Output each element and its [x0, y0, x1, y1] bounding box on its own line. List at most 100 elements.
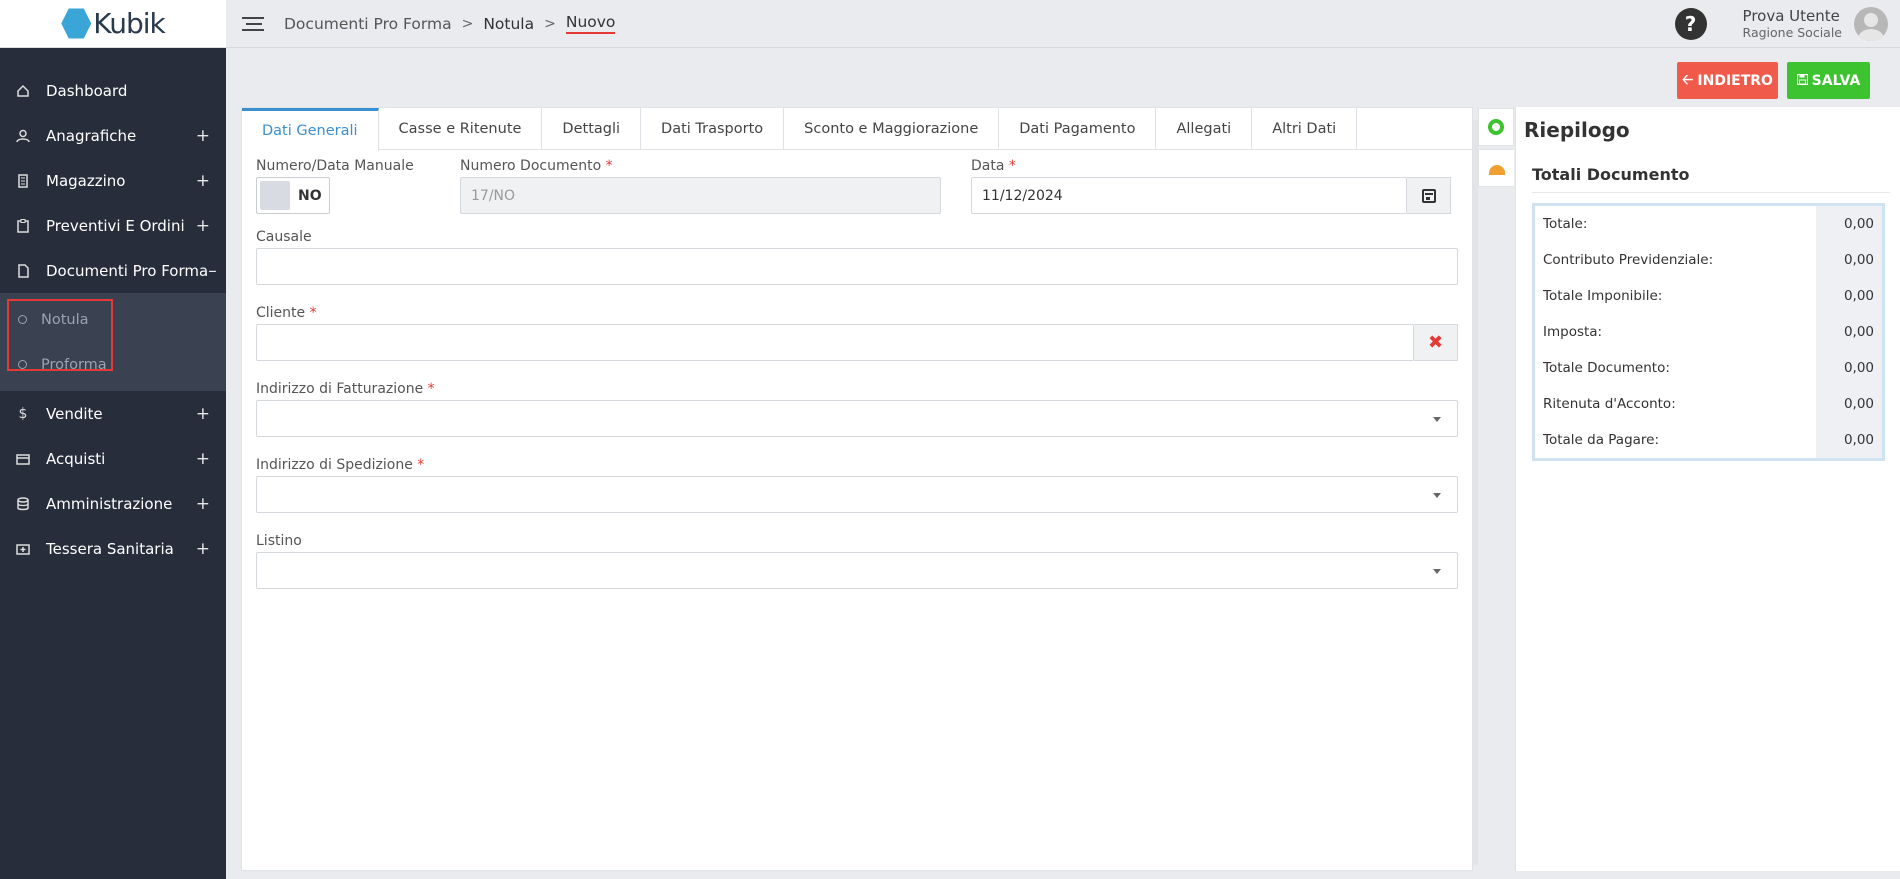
sidebar: Kubik Dashboard Anagrafiche + Magazzino … [0, 0, 226, 879]
breadcrumb-item-documenti[interactable]: Documenti Pro Forma [284, 15, 452, 33]
save-button[interactable]: SALVA [1787, 62, 1870, 99]
sidebar-item-magazzino[interactable]: Magazzino + [0, 158, 226, 203]
causale-input[interactable] [256, 248, 1458, 285]
date-input-group: 11/12/2024 [971, 177, 1451, 214]
billing-address-field: Indirizzo di Fatturazione * [256, 381, 1458, 437]
expand-icon[interactable]: + [196, 449, 210, 469]
help-icon[interactable]: ? [1674, 7, 1707, 40]
tab-allegati[interactable]: Allegati [1156, 108, 1253, 149]
back-button[interactable]: 🡠 INDIETRO [1677, 62, 1778, 99]
sidebar-item-anagrafiche[interactable]: Anagrafiche + [0, 113, 226, 158]
side-tab-summary[interactable] [1478, 149, 1514, 187]
billing-address-select[interactable] [256, 400, 1458, 437]
calendar-icon [1421, 188, 1436, 203]
menu-toggle-icon[interactable] [242, 13, 264, 35]
topbar: Documenti Pro Forma > Notula > Nuovo ? P… [226, 0, 1900, 48]
required-mark: * [427, 381, 435, 397]
totals-value: 0,00 [1816, 386, 1882, 422]
sidebar-item-dashboard[interactable]: Dashboard [0, 68, 226, 113]
expand-icon[interactable]: + [196, 171, 210, 191]
sidebar-item-acquisti[interactable]: Acquisti + [0, 436, 226, 481]
totals-label: Imposta: [1543, 324, 1603, 340]
listino-label: Listino [256, 533, 302, 549]
manual-label: Numero/Data Manuale [256, 158, 414, 174]
summary-title: Riepilogo [1524, 118, 1630, 142]
collapse-icon[interactable]: – [208, 261, 217, 281]
sidebar-item-vendite[interactable]: $ Vendite + [0, 391, 226, 436]
document-icon [16, 263, 30, 278]
totals-value: 0,00 [1816, 206, 1882, 242]
sidebar-item-preventivi[interactable]: Preventivi E Ordini + [0, 203, 226, 248]
building-icon [16, 173, 30, 188]
close-icon: ✖ [1427, 332, 1444, 353]
floppy-disk-icon [1796, 73, 1808, 89]
user-area: ? Prova Utente Ragione Sociale [1674, 6, 1888, 41]
side-panel-tabs [1478, 108, 1514, 190]
database-icon [16, 496, 30, 511]
required-mark: * [605, 158, 613, 174]
sidebar-nav-lower: $ Vendite + Acquisti + Amministrazione +… [0, 391, 226, 571]
medical-card-icon [16, 542, 30, 556]
expand-icon[interactable]: + [196, 404, 210, 424]
totals-value: 0,00 [1816, 350, 1882, 386]
billing-address-label-text: Indirizzo di Fatturazione [256, 381, 424, 397]
logo[interactable]: Kubik [61, 7, 166, 40]
expand-icon[interactable]: + [196, 216, 210, 236]
sidebar-item-label: Amministrazione [46, 494, 173, 513]
clear-cliente-button[interactable]: ✖ [1414, 324, 1458, 361]
shipping-address-select[interactable] [256, 476, 1458, 513]
manual-field: Numero/Data Manuale NO [256, 158, 446, 214]
dollar-icon: $ [18, 405, 28, 422]
totals-label: Ritenuta d'Acconto: [1543, 396, 1676, 412]
expand-icon[interactable]: + [196, 494, 210, 514]
credit-card-icon [16, 452, 30, 466]
panel-scrollbar[interactable] [1473, 120, 1478, 865]
sidebar-item-amministrazione[interactable]: Amministrazione + [0, 481, 226, 526]
sidebar-item-label: Preventivi E Ordini [46, 216, 185, 235]
side-tab-help[interactable] [1478, 108, 1514, 146]
sidebar-item-label: Acquisti [46, 449, 106, 468]
logo-hexagon-icon [61, 8, 92, 39]
manual-toggle[interactable]: NO [256, 177, 330, 214]
expand-icon[interactable]: + [196, 126, 210, 146]
tab-dettagli[interactable]: Dettagli [542, 108, 642, 149]
calendar-button[interactable] [1407, 177, 1451, 214]
user-info[interactable]: Prova Utente Ragione Sociale [1743, 7, 1842, 40]
user-name: Prova Utente [1742, 7, 1840, 25]
cliente-input[interactable] [256, 324, 1414, 361]
required-mark: * [417, 457, 425, 473]
date-input[interactable]: 11/12/2024 [971, 177, 1407, 214]
sidebar-item-documenti-pro-forma[interactable]: Documenti Pro Forma – [0, 248, 226, 293]
arrow-left-icon: 🡠 [1682, 71, 1694, 88]
tab-dati-pagamento[interactable]: Dati Pagamento [999, 108, 1157, 149]
breadcrumb-separator: > [544, 15, 556, 32]
doc-number-input[interactable]: 17/NO [460, 177, 941, 214]
expand-icon[interactable]: + [196, 539, 210, 559]
highlight-box [7, 299, 113, 371]
chevron-down-icon [1433, 417, 1441, 422]
cliente-input-group: ✖ [256, 324, 1458, 361]
sidebar-item-tessera-sanitaria[interactable]: Tessera Sanitaria + [0, 526, 226, 571]
tab-sconto-e-maggiorazione[interactable]: Sconto e Maggiorazione [784, 108, 1000, 149]
tab-dati-trasporto[interactable]: Dati Trasporto [641, 108, 785, 149]
required-mark: * [1008, 158, 1016, 174]
tab-altri-dati[interactable]: Altri Dati [1252, 108, 1358, 149]
toggle-value: NO [298, 187, 322, 204]
date-field: Data * 11/12/2024 [971, 158, 1451, 214]
tab-casse-e-ritenute[interactable]: Casse e Ritenute [378, 108, 543, 149]
totals-label: Totale da Pagare: [1543, 432, 1660, 448]
dashboard-gauge-icon [1488, 165, 1505, 175]
listino-select[interactable] [256, 552, 1458, 589]
cliente-field: Cliente * ✖ [256, 305, 1458, 361]
causale-label: Causale [256, 229, 312, 245]
cliente-label-text: Cliente [256, 305, 306, 321]
back-button-label: INDIETRO [1697, 72, 1773, 89]
totals-value: 0,00 [1816, 242, 1882, 278]
breadcrumb-item-notula[interactable]: Notula [483, 15, 534, 33]
tab-dati-generali[interactable]: Dati Generali [242, 108, 379, 151]
causale-field: Causale [256, 229, 1458, 285]
shipping-address-field: Indirizzo di Spedizione * [256, 457, 1458, 513]
toggle-knob [260, 181, 290, 210]
avatar[interactable] [1854, 6, 1888, 41]
totals-value: 0,00 [1816, 422, 1882, 458]
